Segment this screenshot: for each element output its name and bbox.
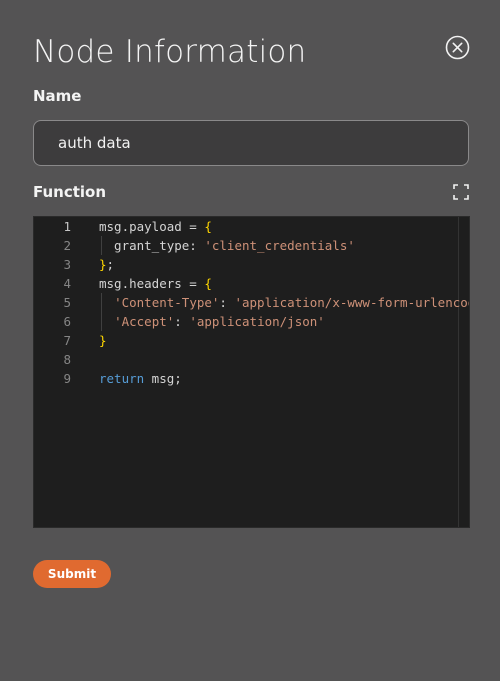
line-code: 'Accept': 'application/json' bbox=[99, 312, 325, 331]
code-editor[interactable]: 1 msg.payload = {2 grant_type: 'client_cr… bbox=[33, 216, 470, 528]
code-token: msg.headers = bbox=[99, 276, 205, 291]
code-line[interactable]: 4 msg.headers = { bbox=[34, 274, 469, 293]
code-token: 'application/x-www-form-urlencoded' bbox=[234, 295, 469, 310]
line-code: } bbox=[99, 331, 107, 350]
line-number: 5 bbox=[63, 295, 71, 310]
line-code: return msg; bbox=[99, 369, 182, 388]
code-token: 'Content-Type' bbox=[114, 295, 220, 310]
line-code: }; bbox=[99, 255, 114, 274]
name-input[interactable] bbox=[33, 120, 469, 166]
code-token: grant_type: bbox=[99, 238, 205, 253]
code-token: msg.payload = bbox=[99, 219, 205, 234]
code-line[interactable]: 3}; bbox=[34, 255, 469, 274]
line-number: 7 bbox=[63, 333, 71, 348]
code-line[interactable]: 5 'Content-Type': 'application/x-www-for… bbox=[34, 293, 469, 312]
code-token: : bbox=[174, 314, 190, 329]
line-number: 8 bbox=[63, 352, 71, 367]
code-token: } bbox=[99, 333, 107, 348]
code-token: { bbox=[204, 276, 212, 291]
line-code: msg.payload = { bbox=[99, 217, 212, 236]
code-line[interactable]: 8 bbox=[34, 350, 469, 369]
code-line[interactable]: 6 'Accept': 'application/json' bbox=[34, 312, 469, 331]
code-line[interactable]: 7} bbox=[34, 331, 469, 350]
line-number: 9 bbox=[63, 371, 71, 386]
code-line[interactable]: 2 grant_type: 'client_credentials' bbox=[34, 236, 469, 255]
dialog-title: Node Information bbox=[33, 34, 307, 70]
expand-icon[interactable] bbox=[453, 184, 469, 200]
code-line[interactable]: 9 return msg; bbox=[34, 369, 469, 388]
line-number: 6 bbox=[63, 314, 71, 329]
line-number: 1 bbox=[63, 219, 71, 234]
code-token: 'client_credentials' bbox=[204, 238, 355, 253]
line-code: msg.headers = { bbox=[99, 274, 212, 293]
line-code: 'Content-Type': 'application/x-www-form-… bbox=[99, 293, 469, 312]
code-token: : bbox=[219, 295, 235, 310]
name-label: Name bbox=[33, 87, 82, 105]
code-token: { bbox=[204, 219, 212, 234]
code-token: } bbox=[99, 257, 107, 272]
line-code: grant_type: 'client_credentials' bbox=[99, 236, 355, 255]
code-token: msg; bbox=[144, 371, 182, 386]
function-label: Function bbox=[33, 183, 107, 201]
code-line[interactable]: 1 msg.payload = { bbox=[34, 217, 469, 236]
line-number: 3 bbox=[63, 257, 71, 272]
submit-button[interactable]: Submit bbox=[33, 560, 111, 588]
code-token: return bbox=[99, 371, 145, 386]
close-icon[interactable] bbox=[445, 35, 470, 60]
code-token: ; bbox=[106, 257, 115, 272]
line-number: 2 bbox=[63, 238, 71, 253]
code-token: 'Accept' bbox=[114, 314, 175, 329]
code-token: 'application/json' bbox=[189, 314, 325, 329]
line-number: 4 bbox=[63, 276, 71, 291]
